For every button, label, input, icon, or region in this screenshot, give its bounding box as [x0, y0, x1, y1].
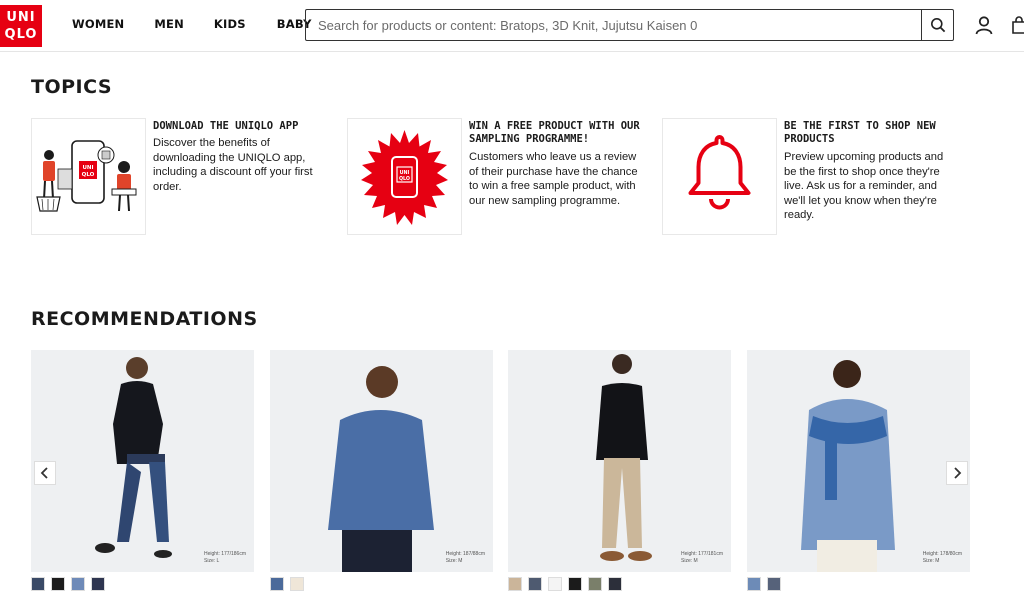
- topic-title: WIN A FREE PRODUCT WITH OUR SAMPLING PRO…: [469, 120, 640, 145]
- model-photo: [596, 354, 652, 561]
- recommendations-title: RECOMMENDATIONS: [31, 308, 258, 330]
- site-header: UNI QLO WOMEN MEN KIDS BABY: [0, 0, 1024, 52]
- uniqlo-logo[interactable]: UNI QLO: [0, 5, 42, 47]
- product-image[interactable]: Height: 177/186cm Size: L: [31, 350, 254, 572]
- color-swatch[interactable]: [747, 577, 761, 591]
- search-bar: [305, 9, 954, 41]
- nav-kids[interactable]: KIDS: [214, 17, 246, 31]
- model-photo: [328, 366, 434, 572]
- topic-card-sampling[interactable]: UNI QLO WIN A FREE PRODUCT WITH OUR SAMP…: [347, 118, 647, 236]
- product-image[interactable]: Height: 187/88cm Size: M: [270, 350, 493, 572]
- topic-thumbnail: [662, 118, 777, 235]
- color-swatch[interactable]: [608, 577, 622, 591]
- model-photo: [95, 357, 172, 558]
- bell-icon: [688, 135, 751, 210]
- search-icon: [930, 18, 945, 33]
- topic-description: Customers who leave us a review of their…: [469, 151, 638, 207]
- search-button[interactable]: [921, 10, 953, 40]
- model-photo: [801, 360, 895, 572]
- topic-thumbnail: UNI QLO: [347, 118, 462, 235]
- topic-title: BE THE FIRST TO SHOP NEW PRODUCTS: [784, 120, 936, 145]
- color-swatches: [747, 577, 970, 591]
- svg-text:QLO: QLO: [399, 176, 410, 182]
- search-input[interactable]: [306, 10, 921, 40]
- starburst-phone-icon: UNI QLO: [361, 130, 448, 225]
- logo-line-1: UNI: [6, 10, 36, 25]
- main-nav: WOMEN MEN KIDS BABY: [72, 17, 312, 31]
- color-swatches: [270, 577, 493, 591]
- product-card[interactable]: Height: 177/186cm Size: L: [31, 350, 254, 591]
- cart-icon[interactable]: [1012, 16, 1024, 34]
- model-info: Height: 178/80cm Size: M: [922, 551, 962, 564]
- svg-text:UNI: UNI: [400, 170, 410, 176]
- nav-women[interactable]: WOMEN: [72, 17, 124, 31]
- product-image[interactable]: Height: 178/80cm Size: M: [747, 350, 970, 572]
- carousel-next-button[interactable]: [946, 461, 968, 485]
- topic-card-app[interactable]: UNI QLO DOWNLOAD THE UNIQLO APP Discover…: [31, 118, 331, 236]
- product-card[interactable]: Height: 178/80cm Size: M: [747, 350, 970, 591]
- topic-title: DOWNLOAD THE UNIQLO APP: [153, 120, 299, 132]
- color-swatches: [31, 577, 254, 591]
- color-swatch[interactable]: [588, 577, 602, 591]
- color-swatch[interactable]: [91, 577, 105, 591]
- topic-description: Preview upcoming products and be the fir…: [784, 151, 944, 222]
- carousel-prev-button[interactable]: [34, 461, 56, 485]
- color-swatch[interactable]: [548, 577, 562, 591]
- model-info: Height: 177/181cm Size: M: [681, 551, 723, 564]
- model-info: Height: 177/186cm Size: L: [204, 551, 246, 564]
- logo-line-2: QLO: [4, 27, 38, 42]
- svg-text:QLO: QLO: [82, 172, 95, 178]
- color-swatch[interactable]: [31, 577, 45, 591]
- account-icon[interactable]: [974, 15, 994, 35]
- topic-card-new-products[interactable]: BE THE FIRST TO SHOP NEW PRODUCTS Previe…: [662, 118, 962, 236]
- topic-description: Discover the benefits of downloading the…: [153, 137, 313, 193]
- chevron-right-icon: [954, 467, 962, 479]
- model-info: Height: 187/88cm Size: M: [445, 551, 485, 564]
- product-card[interactable]: Height: 177/181cm Size: M: [508, 350, 731, 591]
- color-swatches: [508, 577, 731, 591]
- color-swatch[interactable]: [767, 577, 781, 591]
- nav-men[interactable]: MEN: [154, 17, 184, 31]
- color-swatch[interactable]: [71, 577, 85, 591]
- product-card[interactable]: Height: 187/88cm Size: M: [270, 350, 493, 591]
- product-image[interactable]: Height: 177/181cm Size: M: [508, 350, 731, 572]
- color-swatch[interactable]: [568, 577, 582, 591]
- color-swatch[interactable]: [508, 577, 522, 591]
- topic-thumbnail: UNI QLO: [31, 118, 146, 235]
- svg-text:UNI: UNI: [82, 165, 93, 171]
- chevron-left-icon: [40, 467, 48, 479]
- color-swatch[interactable]: [528, 577, 542, 591]
- topics-title: TOPICS: [31, 76, 113, 98]
- color-swatch[interactable]: [51, 577, 65, 591]
- color-swatch[interactable]: [290, 577, 304, 591]
- app-illustration-icon: UNI QLO: [36, 140, 137, 212]
- color-swatch[interactable]: [270, 577, 284, 591]
